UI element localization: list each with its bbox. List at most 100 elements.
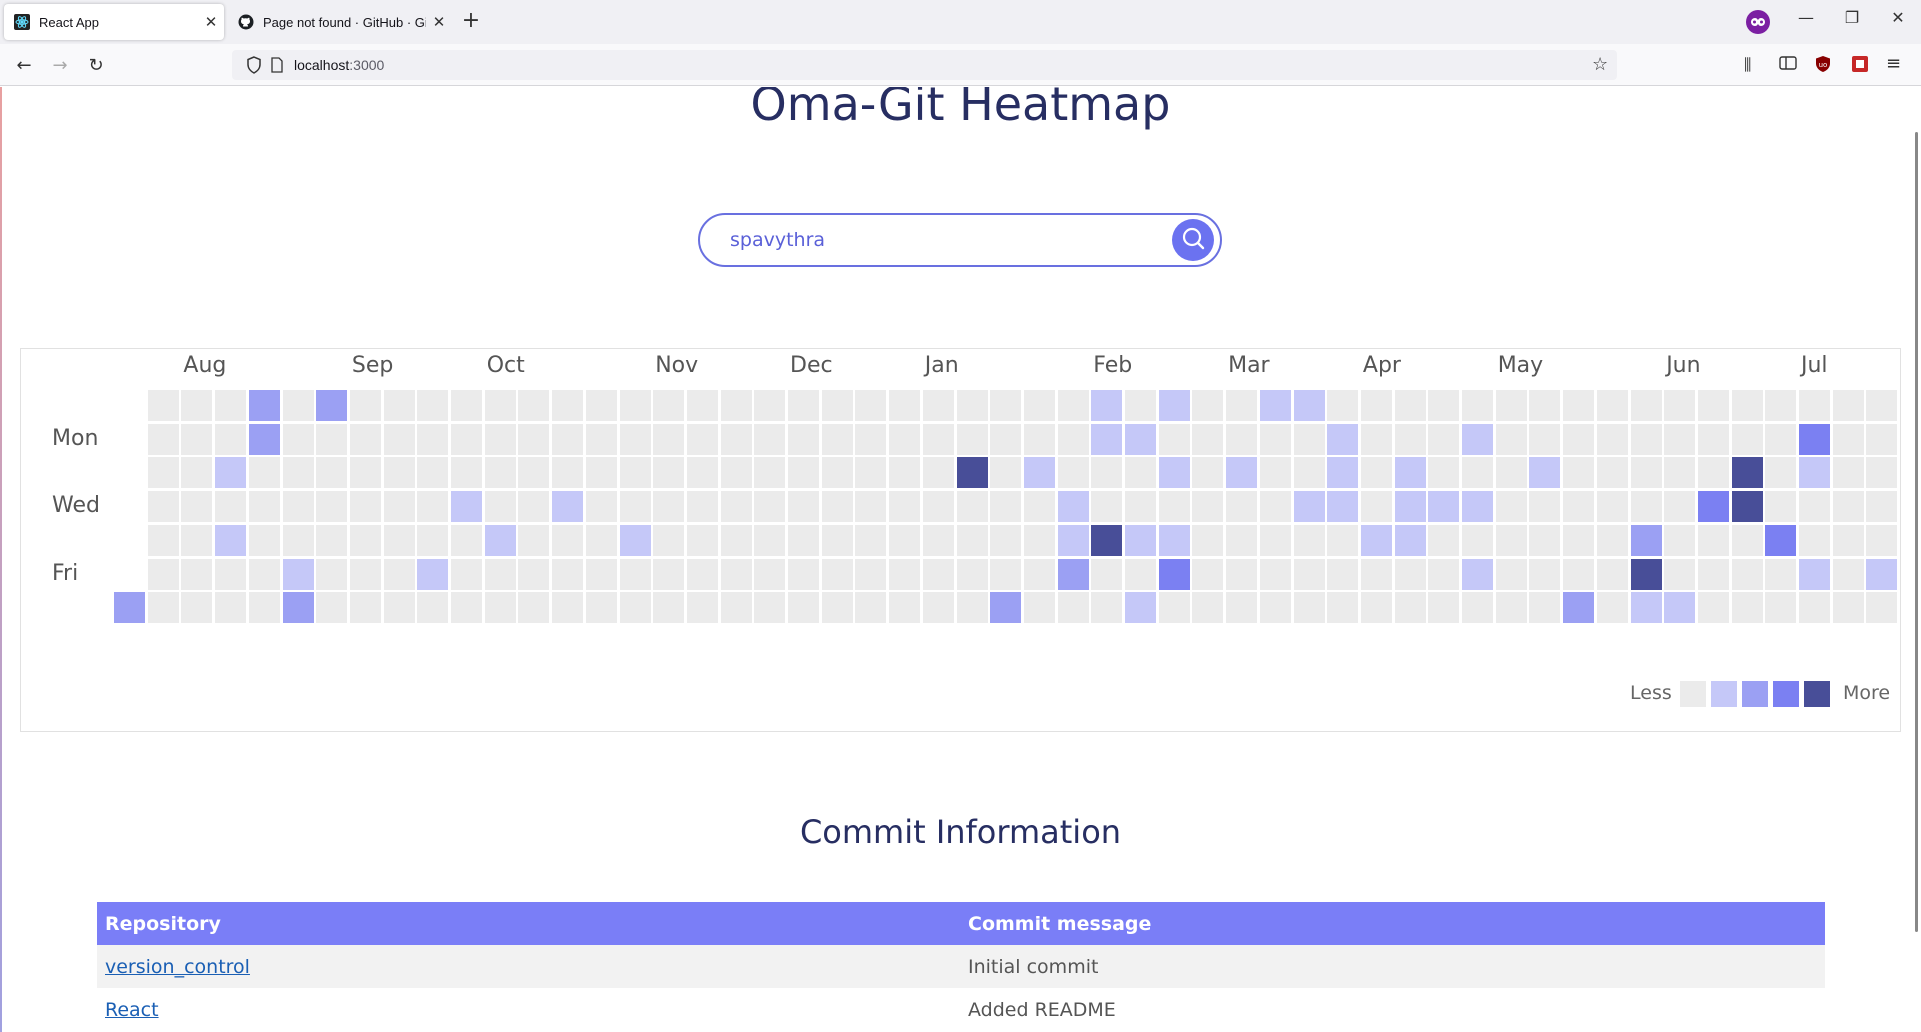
heatmap-cell[interactable] [1596,457,1628,489]
heatmap-cell[interactable] [956,423,988,455]
heatmap-cell[interactable] [1832,592,1864,624]
new-tab-button[interactable]: + [458,9,484,35]
heatmap-cell[interactable] [1023,390,1055,421]
url-bar[interactable]: localhost:3000 ☆ [232,50,1617,80]
heatmap-cell[interactable] [754,390,786,421]
heatmap-cell[interactable] [114,592,145,624]
heatmap-cell[interactable] [484,491,516,523]
heatmap-cell[interactable] [1529,390,1561,421]
heatmap-cell[interactable] [720,592,752,624]
heatmap-cell[interactable] [585,558,617,590]
heatmap-cell[interactable] [990,423,1022,455]
heatmap-cell[interactable] [1462,592,1493,624]
heatmap-cell[interactable] [585,390,617,421]
heatmap-cell[interactable] [1664,592,1696,624]
heatmap-cell[interactable] [855,457,887,489]
heatmap-cell[interactable] [922,592,954,624]
heatmap-cell[interactable] [1428,558,1460,590]
heatmap-cell[interactable] [552,423,584,455]
heatmap-cell[interactable] [1799,423,1830,455]
heatmap-cell[interactable] [1799,558,1830,590]
heatmap-cell[interactable] [147,390,179,421]
heatmap-cell[interactable] [1125,423,1156,455]
heatmap-cell[interactable] [147,457,179,489]
heatmap-cell[interactable] [248,423,280,455]
heatmap-cell[interactable] [821,592,853,624]
heatmap-cell[interactable] [1057,491,1089,523]
heatmap-cell[interactable] [1057,390,1089,421]
heatmap-cell[interactable] [1293,592,1325,624]
heatmap-cell[interactable] [417,457,449,489]
heatmap-cell[interactable] [417,423,449,455]
heatmap-cell[interactable] [1765,390,1797,421]
heatmap-cell[interactable] [1226,592,1258,624]
heatmap-cell[interactable] [1866,524,1898,556]
heatmap-cell[interactable] [417,592,449,624]
heatmap-cell[interactable] [147,592,179,624]
heatmap-cell[interactable] [1023,592,1055,624]
heatmap-cell[interactable] [181,558,213,590]
heatmap-cell[interactable] [1091,558,1123,590]
heatmap-cell[interactable] [686,491,718,523]
heatmap-cell[interactable] [1664,457,1696,489]
extension-icon[interactable] [1851,55,1869,77]
heatmap-cell[interactable] [181,592,213,624]
heatmap-cell[interactable] [990,390,1022,421]
heatmap-cell[interactable] [1023,524,1055,556]
heatmap-cell[interactable] [1563,524,1595,556]
heatmap-cell[interactable] [1731,592,1763,624]
bookmark-star-icon[interactable]: ☆ [1592,54,1608,75]
heatmap-cell[interactable] [619,524,651,556]
heatmap-cell[interactable] [1731,558,1763,590]
heatmap-cell[interactable] [1866,457,1898,489]
heatmap-cell[interactable] [451,592,482,624]
heatmap-cell[interactable] [956,592,988,624]
heatmap-cell[interactable] [1596,524,1628,556]
heatmap-cell[interactable] [686,524,718,556]
heatmap-cell[interactable] [349,592,381,624]
heatmap-cell[interactable] [1394,457,1426,489]
heatmap-cell[interactable] [1091,524,1123,556]
heatmap-cell[interactable] [1495,390,1527,421]
heatmap-cell[interactable] [417,491,449,523]
heatmap-cell[interactable] [1091,457,1123,489]
heatmap-cell[interactable] [1125,558,1156,590]
heatmap-cell[interactable] [1563,390,1595,421]
reload-button[interactable]: ↻ [82,52,110,80]
heatmap-cell[interactable] [1664,390,1696,421]
heatmap-cell[interactable] [1462,457,1493,489]
heatmap-cell[interactable] [1057,558,1089,590]
heatmap-cell[interactable] [585,423,617,455]
heatmap-cell[interactable] [1697,524,1729,556]
heatmap-cell[interactable] [1697,390,1729,421]
heatmap-cell[interactable] [855,592,887,624]
minimize-button[interactable]: — [1786,8,1826,27]
heatmap-cell[interactable] [1630,524,1662,556]
heatmap-cell[interactable] [248,390,280,421]
heatmap-cell[interactable] [821,558,853,590]
heatmap-cell[interactable] [1226,491,1258,523]
heatmap-cell[interactable] [1765,524,1797,556]
heatmap-cell[interactable] [686,423,718,455]
heatmap-cell[interactable] [1327,524,1359,556]
heatmap-cell[interactable] [383,524,415,556]
heatmap-cell[interactable] [1293,491,1325,523]
heatmap-cell[interactable] [417,558,449,590]
heatmap-cell[interactable] [788,390,819,421]
heatmap-cell[interactable] [1495,524,1527,556]
heatmap-cell[interactable] [619,457,651,489]
heatmap-cell[interactable] [1866,491,1898,523]
heatmap-cell[interactable] [1327,423,1359,455]
heatmap-cell[interactable] [552,390,584,421]
heatmap-cell[interactable] [147,423,179,455]
heatmap-cell[interactable] [619,390,651,421]
heatmap-cell[interactable] [1563,423,1595,455]
heatmap-cell[interactable] [585,524,617,556]
menu-icon[interactable]: ≡ [1886,53,1901,74]
heatmap-cell[interactable] [215,491,247,523]
heatmap-cell[interactable] [1327,592,1359,624]
heatmap-cell[interactable] [653,390,685,421]
heatmap-cell[interactable] [383,592,415,624]
heatmap-cell[interactable] [1765,558,1797,590]
heatmap-cell[interactable] [1799,390,1830,421]
